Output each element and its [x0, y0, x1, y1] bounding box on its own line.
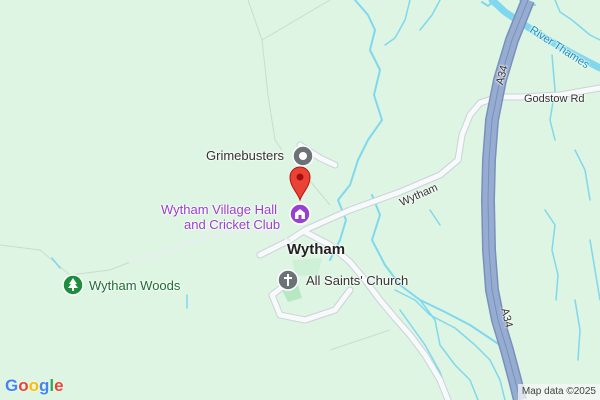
- map-pin-icon[interactable]: [286, 163, 314, 206]
- map-attribution[interactable]: Map data ©2025: [517, 384, 600, 400]
- logo-letter: G: [5, 376, 19, 395]
- map-canvas[interactable]: A34 A34 Godstow Rd Wytham River Thames G…: [0, 0, 600, 400]
- place-label-wytham[interactable]: Wytham: [287, 241, 345, 258]
- poi-label-grimebusters[interactable]: Grimebusters: [206, 148, 284, 163]
- poi-label-woods[interactable]: Wytham Woods: [89, 278, 180, 293]
- tree-icon[interactable]: [62, 274, 84, 301]
- poi-label-hall-line1[interactable]: Wytham Village Hall: [161, 202, 277, 217]
- minor-roads: [129, 84, 600, 400]
- church-cross-icon[interactable]: [277, 269, 299, 296]
- poi-label-hall-line2[interactable]: and Cricket Club: [184, 217, 280, 232]
- poi-label-church[interactable]: All Saints' Church: [306, 273, 408, 288]
- logo-letter: o: [28, 376, 40, 395]
- logo-letter: o: [18, 376, 29, 395]
- road-label-godstow: Godstow Rd: [524, 93, 585, 105]
- logo-letter: e: [54, 376, 64, 395]
- logo-letter: g: [39, 376, 50, 395]
- community-hall-icon[interactable]: [289, 203, 311, 230]
- google-logo: Google: [5, 376, 64, 396]
- field-boundaries: [0, 0, 391, 351]
